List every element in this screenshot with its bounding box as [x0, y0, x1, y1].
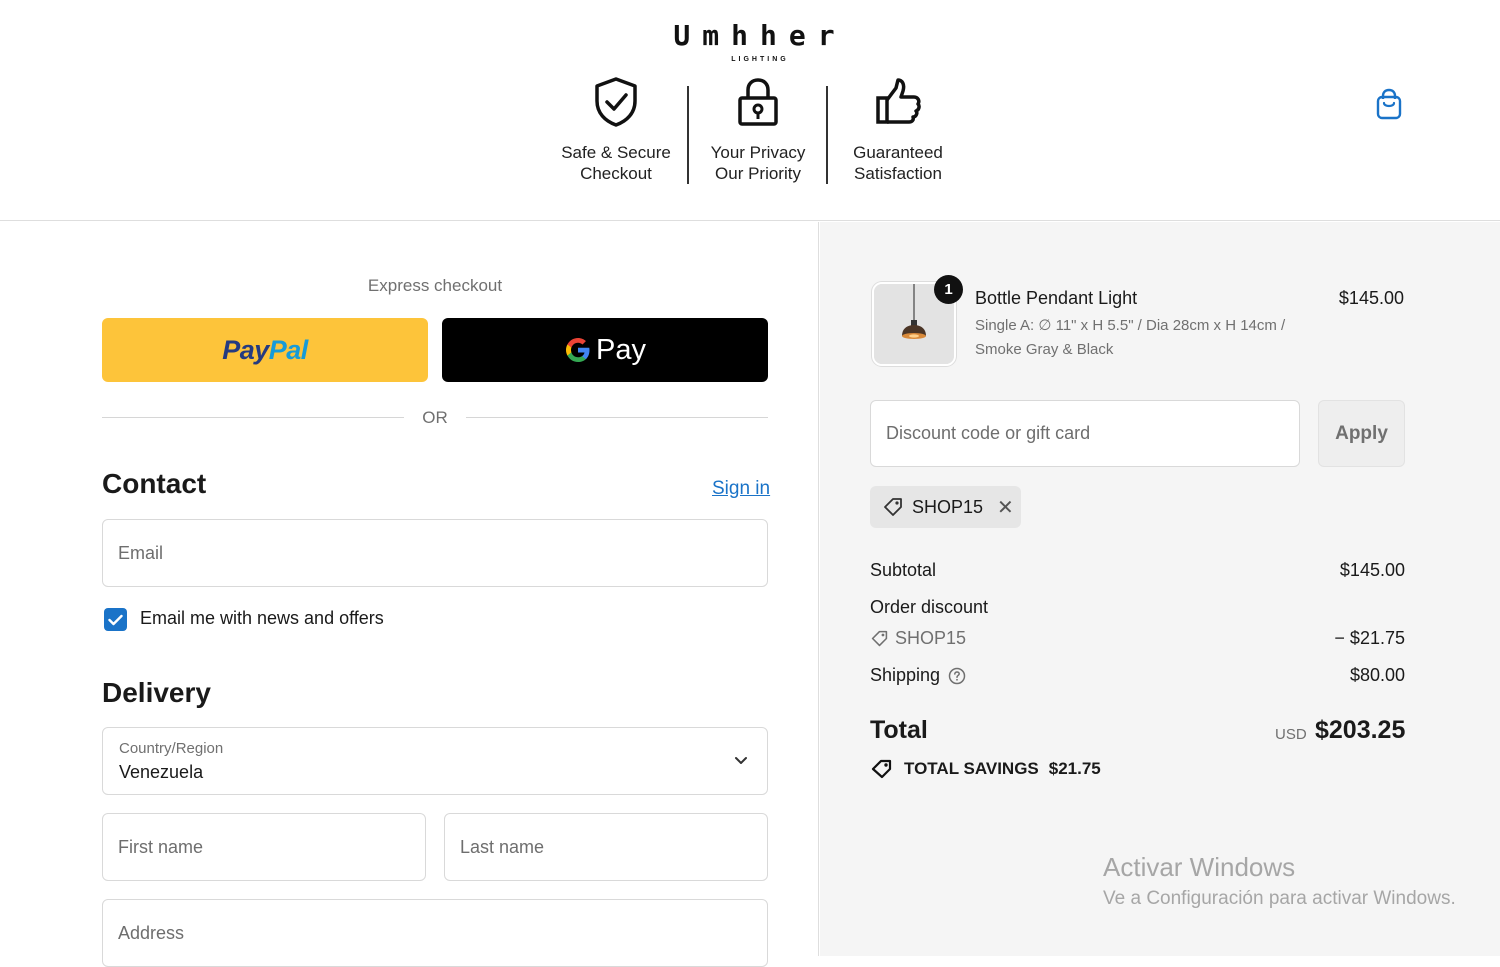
- help-circle-icon[interactable]: [948, 667, 966, 685]
- savings-label: TOTAL SAVINGS: [904, 759, 1039, 778]
- badge-line1: Guaranteed: [853, 143, 943, 162]
- badge-line1: Safe & Secure: [561, 143, 671, 162]
- tag-icon: [871, 759, 892, 779]
- first-name-input[interactable]: [118, 836, 410, 858]
- total-currency: USD: [1275, 726, 1307, 743]
- email-input[interactable]: [118, 542, 752, 564]
- badge-divider: [826, 86, 828, 184]
- discount-value: − $21.75: [1334, 628, 1405, 648]
- discount-code-tag: SHOP15: [870, 628, 966, 649]
- paypal-button[interactable]: PayPal: [102, 318, 428, 382]
- chevron-down-icon: [735, 757, 747, 764]
- google-pay-button[interactable]: Pay: [442, 318, 768, 382]
- newsletter-checkbox[interactable]: [104, 608, 127, 631]
- applied-discount-chip: SHOP15 ✕: [870, 486, 1021, 528]
- shipping-row: Shipping $80.00: [870, 665, 1405, 686]
- badge-privacy: Your Privacy Our Priority: [700, 76, 816, 184]
- checkout-header: Umhher LIGHTING Safe & Secure Checkout Y…: [0, 0, 1500, 221]
- google-pay-label: Pay: [596, 333, 646, 366]
- shipping-value: $80.00: [1349, 665, 1405, 685]
- savings-value: $21.75: [1048, 759, 1101, 778]
- sign-in-link[interactable]: Sign in: [712, 478, 770, 500]
- windows-activation-subtitle: Ve a Configuración para activar Windows.: [1103, 888, 1456, 909]
- total-value: $203.25: [1315, 716, 1406, 744]
- address-input[interactable]: [118, 922, 752, 944]
- product-price: $145.00: [1338, 288, 1404, 308]
- tag-icon: [884, 498, 902, 516]
- badge-line2: Checkout: [580, 164, 652, 183]
- last-name-input[interactable]: [460, 836, 752, 858]
- contact-heading: Contact: [102, 468, 207, 499]
- tag-icon: [871, 630, 888, 647]
- badge-line2: Our Priority: [715, 164, 801, 183]
- checkout-form-panel: Express checkout PayPal Pay OR Contact S…: [0, 222, 819, 967]
- discount-code-row: SHOP15 − $21.75: [870, 628, 1405, 653]
- divider-line: [466, 417, 768, 418]
- checkmark-icon: [108, 614, 123, 625]
- shipping-label: Shipping: [870, 665, 941, 685]
- discount-code-input[interactable]: [886, 423, 1284, 444]
- total-label: Total: [870, 716, 928, 744]
- country-select[interactable]: Country/Region Venezuela: [102, 727, 768, 795]
- shield-check-icon: [595, 77, 637, 127]
- paypal-logo: PayPal: [222, 334, 308, 365]
- badge-line2: Satisfaction: [854, 164, 942, 183]
- padlock-icon: [738, 78, 778, 126]
- or-divider: OR: [102, 408, 768, 428]
- order-discount-row: Order discount: [870, 597, 1405, 618]
- badge-secure-checkout: Safe & Secure Checkout: [556, 76, 676, 184]
- or-label: OR: [422, 408, 448, 427]
- badge-divider: [687, 86, 689, 184]
- subtotal-row: Subtotal $145.00: [870, 560, 1405, 581]
- order-summary-panel: 1 Bottle Pendant Light Single A: ∅ 11" x…: [820, 222, 1500, 956]
- badge-line1: Your Privacy: [710, 143, 806, 162]
- address-field[interactable]: [102, 899, 768, 967]
- express-checkout-label: Express checkout: [367, 276, 503, 295]
- logo-wordmark: Umhher: [673, 19, 847, 52]
- product-name: Bottle Pendant Light: [975, 288, 1138, 308]
- google-g-icon: [566, 338, 590, 362]
- country-select-value: Venezuela: [119, 762, 204, 782]
- subtotal-value: $145.00: [1339, 560, 1405, 580]
- subtotal-label: Subtotal: [870, 560, 937, 580]
- first-name-field[interactable]: [102, 813, 426, 881]
- newsletter-label: Email me with news and offers: [140, 608, 384, 628]
- windows-activation-title: Activar Windows: [1103, 852, 1296, 882]
- delivery-heading: Delivery: [102, 677, 211, 708]
- shopping-bag-icon: [1376, 88, 1402, 120]
- apply-discount-button[interactable]: Apply: [1318, 400, 1405, 467]
- applied-discount-code: SHOP15: [912, 496, 984, 517]
- product-variant: Single A: ∅ 11" x H 5.5" / Dia 28cm x H …: [975, 317, 1286, 358]
- brand-logo[interactable]: Umhher LIGHTING: [660, 18, 860, 68]
- discount-code-field[interactable]: [870, 400, 1300, 467]
- total-savings: TOTAL SAVINGS $21.75: [870, 758, 1101, 780]
- last-name-field[interactable]: [444, 813, 768, 881]
- logo-subtitle: LIGHTING: [731, 56, 789, 63]
- cart-button[interactable]: [1374, 88, 1404, 120]
- shipping-label-group: Shipping: [870, 665, 966, 686]
- discount-code-label: SHOP15: [895, 628, 967, 648]
- badge-satisfaction: Guaranteed Satisfaction: [842, 76, 954, 184]
- country-select-label: Country/Region: [119, 740, 224, 757]
- email-field[interactable]: [102, 519, 768, 587]
- quantity-badge: 1: [934, 275, 963, 304]
- thumbs-up-icon: [876, 78, 921, 124]
- order-discount-label: Order discount: [870, 597, 989, 617]
- remove-discount-button[interactable]: ✕: [997, 495, 1014, 520]
